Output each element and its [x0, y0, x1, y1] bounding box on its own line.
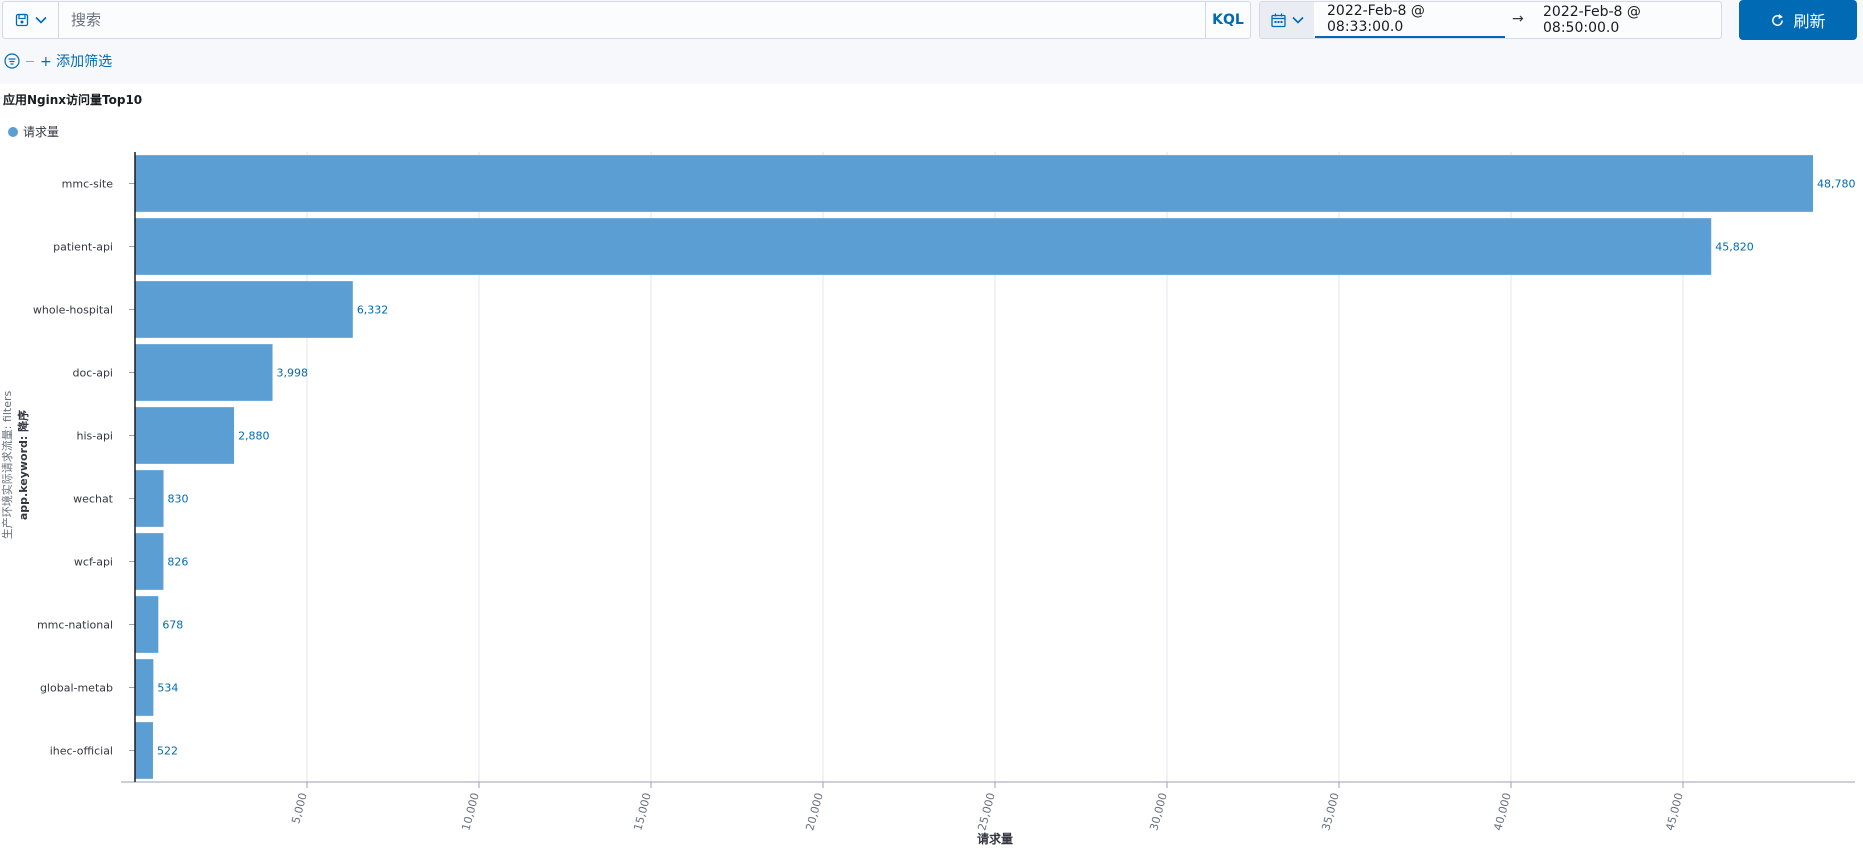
- data-label: 826: [167, 556, 188, 569]
- x-tick-label: 40,000: [1491, 791, 1514, 832]
- data-label: 2,880: [238, 430, 270, 443]
- data-label: 678: [162, 619, 183, 632]
- category-label: mmc-national: [37, 619, 113, 632]
- data-label: 48,780: [1817, 178, 1856, 191]
- bar-chart: 5,000 10,000 15,000 20,000 25,000 30,000 35,00…: [33, 152, 1856, 832]
- data-label: 534: [157, 682, 178, 695]
- category-label: wcf-api: [74, 556, 113, 569]
- x-tick-label: 25,000: [975, 791, 998, 832]
- bar-ihec-official: [135, 722, 153, 779]
- bar-mmc-site: [135, 155, 1814, 212]
- x-tick-label: 5,000: [289, 791, 310, 825]
- bar-wechat: [135, 470, 164, 527]
- data-label: 830: [168, 493, 189, 506]
- category-label: patient-api: [53, 241, 113, 254]
- category-label: doc-api: [72, 367, 113, 380]
- x-tick-label: 20,000: [803, 791, 826, 832]
- category-label: ihec-official: [50, 745, 113, 758]
- bar-his-api: [135, 407, 235, 464]
- bar-mmc-national: [135, 596, 159, 653]
- category-label: his-api: [76, 430, 113, 443]
- data-label: 6,332: [357, 304, 389, 317]
- category-label: mmc-site: [62, 178, 114, 191]
- bar-doc-api: [135, 344, 273, 401]
- x-tick-label: 10,000: [459, 791, 482, 832]
- data-label: 45,820: [1715, 241, 1754, 254]
- bar-whole-hospital: [135, 281, 353, 338]
- bar-patient-api: [135, 218, 1712, 275]
- x-tick-label: 15,000: [631, 791, 654, 832]
- data-label: 3,998: [277, 367, 309, 380]
- category-label: wechat: [73, 493, 114, 506]
- x-tick-label: 45,000: [1663, 791, 1686, 832]
- category-label: whole-hospital: [33, 304, 113, 317]
- data-label: 522: [157, 745, 178, 758]
- x-tick-label: 35,000: [1319, 791, 1342, 832]
- bar-wcf-api: [135, 533, 164, 590]
- bar-global-metab: [135, 659, 154, 716]
- x-tick-label: 30,000: [1147, 791, 1170, 832]
- x-axis-title: 请求量: [977, 832, 1014, 846]
- category-label: global-metab: [40, 682, 113, 695]
